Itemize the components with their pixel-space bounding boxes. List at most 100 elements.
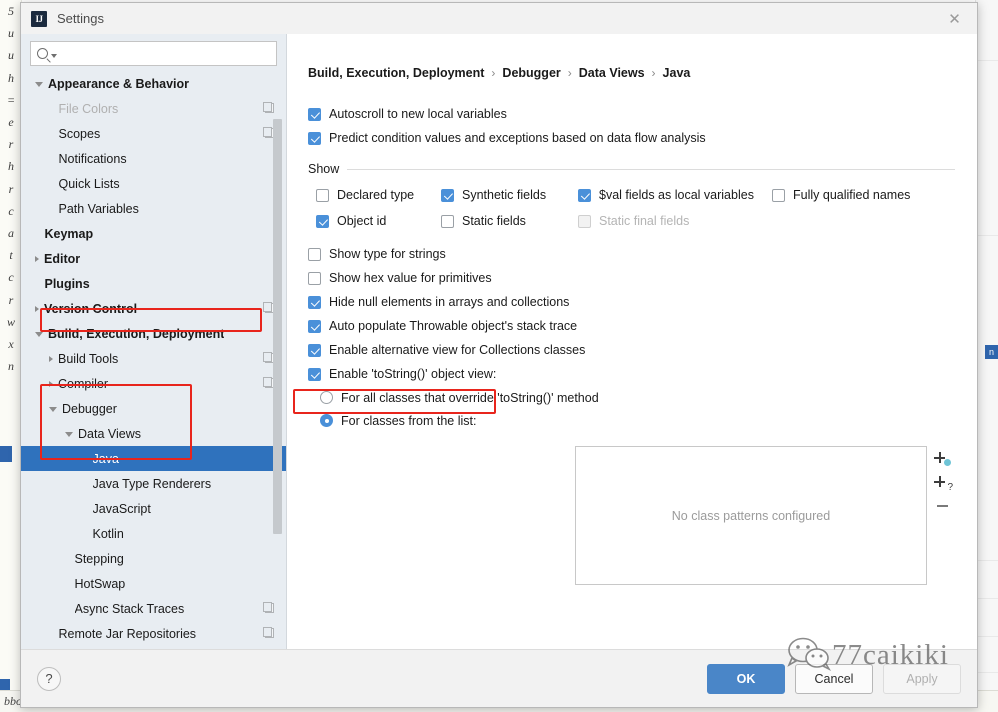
checkbox-row-object-id[interactable]: Object id — [316, 209, 386, 233]
checkbox-row-enable-tostring-object-view[interactable]: Enable 'toString()' object view: — [308, 362, 955, 386]
checkbox-row-predict-condition-values-and-exceptions-based-on-data-flow-analysis[interactable]: Predict condition values and exceptions … — [308, 126, 955, 150]
sidebar-item-editor[interactable]: Editor — [21, 246, 286, 271]
cancel-button[interactable]: Cancel — [795, 663, 873, 694]
checkbox-static-fields[interactable] — [441, 214, 454, 228]
sidebar-item-remote-jar-repositories[interactable]: Remote Jar Repositories — [21, 621, 286, 646]
add-class-button[interactable] — [930, 446, 954, 470]
sidebar-item-notifications[interactable]: Notifications — [21, 146, 286, 171]
sidebar-item-version-control[interactable]: Version Control — [21, 296, 286, 321]
sidebar-item-data-views[interactable]: Data Views — [21, 421, 286, 446]
sidebar-item-label: Kotlin — [92, 526, 124, 541]
sidebar-item-plugins[interactable]: Plugins — [21, 271, 286, 296]
show-grid-row: Object id Static fields Static final field… — [316, 208, 955, 234]
checkbox-val-fields-as-local-variables[interactable] — [578, 188, 591, 202]
chevron-right-icon[interactable] — [35, 255, 39, 262]
checkbox-fully-qualified-names[interactable] — [772, 188, 785, 202]
sidebar-item-hotswap[interactable]: HotSwap — [21, 571, 286, 596]
checkbox-row-fully-qualified-names[interactable]: Fully qualified names — [772, 183, 910, 207]
sidebar-item-stepping[interactable]: Stepping — [21, 546, 286, 571]
checkbox-synthetic-fields[interactable] — [441, 188, 454, 202]
radio-row-for-all-classes-that-override-tostring-method[interactable]: For all classes that override 'toString(… — [320, 386, 955, 409]
checkbox-row-synthetic-fields[interactable]: Synthetic fields — [441, 183, 546, 207]
show-grid-cell: Fully qualified names — [772, 183, 932, 207]
checkbox-label: $val fields as local variables — [599, 188, 754, 202]
copy-settings-icon[interactable] — [263, 627, 274, 638]
checkbox-row-show-hex-value-for-primitives[interactable]: Show hex value for primitives — [308, 266, 955, 290]
checkbox-autoscroll-to-new-local-variables[interactable] — [308, 107, 321, 121]
ok-button[interactable]: OK — [707, 663, 785, 694]
sidebar-item-label: Async Stack Traces — [74, 601, 185, 616]
chevron-right-icon[interactable] — [49, 355, 53, 362]
radio-row-for-classes-from-the-list[interactable]: For classes from the list: — [320, 409, 955, 432]
chevron-down-icon[interactable] — [65, 432, 73, 437]
apply-button[interactable]: Apply — [883, 663, 961, 694]
checkbox-predict-condition-values-and-exceptions-based-on-data-flow-analysis[interactable] — [308, 131, 321, 145]
checkbox-label: Synthetic fields — [462, 188, 547, 202]
chevron-down-icon[interactable] — [49, 407, 57, 412]
checkbox-row-hide-null-elements-in-arrays-and-collections[interactable]: Hide null elements in arrays and collect… — [308, 290, 955, 314]
radio-for-classes-from-the-list[interactable] — [320, 414, 333, 427]
checkbox-label: Auto populate Throwable object's stack t… — [329, 319, 578, 333]
sidebar-item-label: Notifications — [58, 151, 127, 166]
close-icon[interactable]: ✕ — [932, 3, 977, 34]
sidebar-item-java[interactable]: Java — [21, 446, 286, 471]
sidebar-scrollbar[interactable] — [273, 119, 282, 534]
radio-for-all-classes-that-override-tostring-method[interactable] — [320, 391, 333, 404]
chevron-down-icon[interactable] — [35, 82, 43, 87]
sidebar-item-label: Editor — [44, 251, 81, 266]
checkbox-label: Declared type — [337, 188, 415, 202]
checkbox-object-id[interactable] — [316, 214, 329, 228]
checkbox-row-auto-populate-throwable-object-s-stack-trace[interactable]: Auto populate Throwable object's stack t… — [308, 314, 955, 338]
class-patterns-list[interactable]: No class patterns configured — [575, 446, 927, 585]
sidebar-item-java-type-renderers[interactable]: Java Type Renderers — [21, 471, 286, 496]
help-button[interactable]: ? — [37, 666, 61, 691]
checkbox-row-enable-alternative-view-for-collections-classes[interactable]: Enable alternative view for Collections … — [308, 338, 955, 362]
chevron-right-icon[interactable] — [49, 380, 53, 387]
add-pattern-button[interactable]: ? — [930, 470, 954, 494]
sidebar-item-file-colors[interactable]: File Colors — [21, 96, 286, 121]
checkbox-label: Predict condition values and exceptions … — [329, 131, 706, 145]
checkbox-enable-tostring-object-view[interactable] — [308, 367, 321, 381]
sidebar-item-label: Build Tools — [58, 351, 119, 366]
checkbox-enable-alternative-view-for-collections-classes[interactable] — [308, 343, 321, 357]
sidebar-item-path-variables[interactable]: Path Variables — [21, 196, 286, 221]
settings-main-panel: Build, Execution, Deployment › Debugger › Da… — [287, 34, 977, 649]
checkbox-show-hex-value-for-primitives[interactable] — [308, 271, 321, 285]
sidebar-item-kotlin[interactable]: Kotlin — [21, 521, 286, 546]
intellij-idea-icon: IJ — [31, 10, 47, 27]
checkbox-row-autoscroll-to-new-local-variables[interactable]: Autoscroll to new local variables — [308, 102, 955, 126]
checkbox-auto-populate-throwable-object-s-stack-trace[interactable] — [308, 319, 321, 333]
checkbox-label: Static fields — [462, 214, 526, 228]
show-grid-cell: $val fields as local variables — [578, 183, 772, 207]
sidebar-item-quick-lists[interactable]: Quick Lists — [21, 171, 286, 196]
checkbox-declared-type[interactable] — [316, 188, 329, 202]
sidebar-item-appearance-behavior[interactable]: Appearance & Behavior — [21, 74, 286, 96]
remove-button[interactable] — [930, 494, 954, 518]
checkbox-row-show-type-for-strings[interactable]: Show type for strings — [308, 242, 955, 266]
search-input[interactable] — [61, 45, 270, 62]
checkbox-show-type-for-strings[interactable] — [308, 247, 321, 261]
sidebar-item-build-tools[interactable]: Build Tools — [21, 346, 286, 371]
editor-right-marker: n — [985, 345, 998, 359]
sidebar-item-scopes[interactable]: Scopes — [21, 121, 286, 146]
group-divider — [347, 168, 955, 170]
checkbox-row-static-fields[interactable]: Static fields — [441, 209, 526, 233]
search-box[interactable] — [30, 41, 277, 66]
sidebar-item-build-execution-deployment[interactable]: Build, Execution, Deployment — [21, 321, 286, 346]
sidebar-item-compiler[interactable]: Compiler — [21, 371, 286, 396]
sidebar-item-async-stack-traces[interactable]: Async Stack Traces — [21, 596, 286, 621]
checkbox-hide-null-elements-in-arrays-and-collections[interactable] — [308, 295, 321, 309]
sidebar-item-debugger[interactable]: Debugger — [21, 396, 286, 421]
show-grid-cell: Static final fields — [578, 209, 772, 233]
chevron-right-icon[interactable] — [35, 305, 39, 312]
chevron-down-icon[interactable] — [51, 53, 57, 58]
sidebar-item-javascript[interactable]: JavaScript — [21, 496, 286, 521]
copy-settings-icon[interactable] — [263, 602, 274, 613]
chevron-down-icon[interactable] — [35, 332, 43, 337]
checkbox-row-declared-type[interactable]: Declared type — [316, 183, 414, 207]
sidebar-item-keymap[interactable]: Keymap — [21, 221, 286, 246]
checkbox-row-val-fields-as-local-variables[interactable]: $val fields as local variables — [578, 183, 754, 207]
dialog-footer: ? OK Cancel Apply — [21, 649, 977, 707]
radio-label: For all classes that override 'toString(… — [341, 390, 599, 405]
copy-settings-icon[interactable] — [263, 102, 274, 113]
